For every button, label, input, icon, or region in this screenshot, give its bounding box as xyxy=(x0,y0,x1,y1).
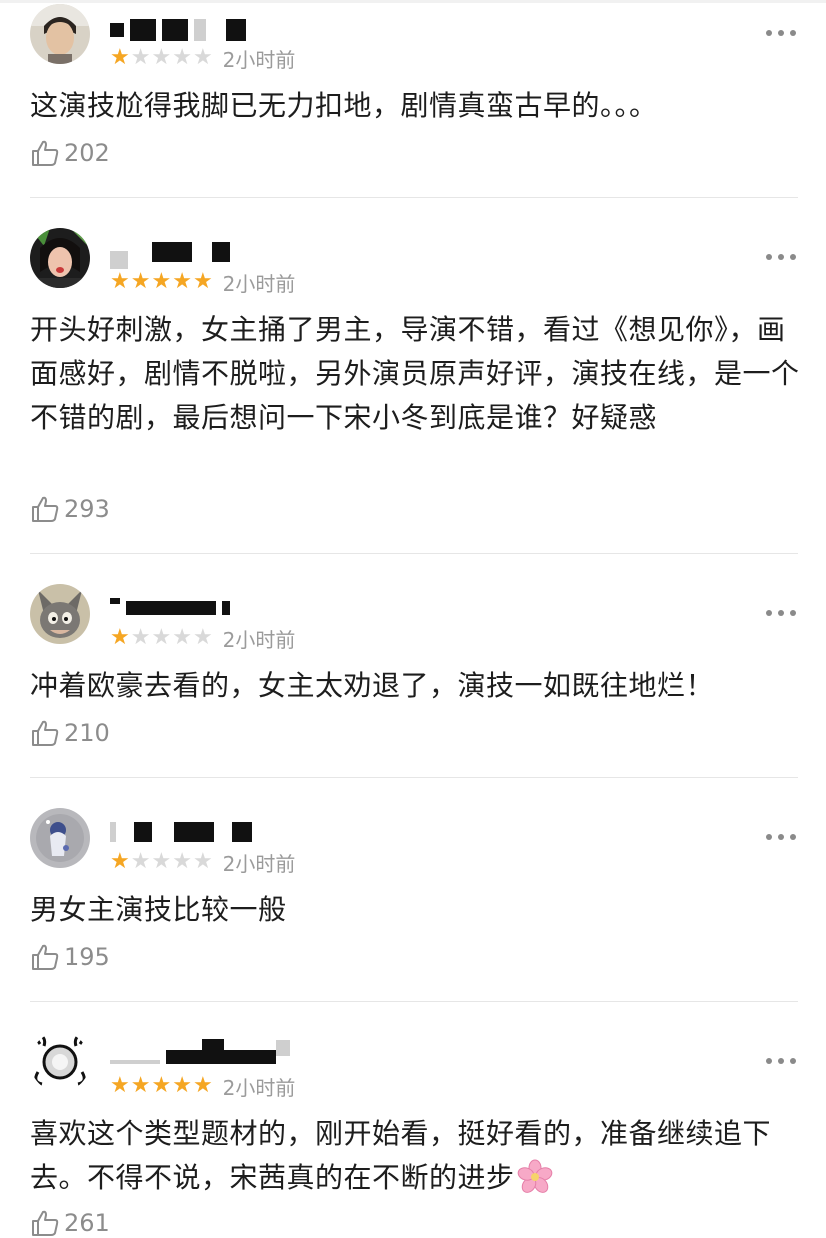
user-avatar[interactable] xyxy=(30,1032,90,1092)
star-icon: ★ xyxy=(172,849,192,874)
rating-row: ★ ★ ★ ★ ★ 2小时前 xyxy=(110,270,296,296)
thumbs-up-icon xyxy=(32,140,59,166)
like-count: 195 xyxy=(64,943,110,971)
like-button[interactable]: 210 xyxy=(30,718,110,748)
review-text: 喜欢这个类型题材的，刚开始看，挺好看的，准备继续追下去。不得不说，宋茜真的在不断… xyxy=(30,1112,802,1200)
review-text: 开头好刺激，女主捅了男主，导演不错，看过《想见你》，画面感好，剧情不脱啦，另外演… xyxy=(30,313,800,434)
top-edge xyxy=(0,0,826,3)
star-icon: ★ xyxy=(172,1073,192,1098)
thumbs-up-icon xyxy=(32,1210,59,1236)
review-text: 这演技尬得我脚已无力扣地，剧情真蛮古早的。。。 xyxy=(30,89,658,122)
user-avatar[interactable] xyxy=(30,584,90,644)
like-count: 202 xyxy=(64,139,110,167)
star-icon: ★ xyxy=(110,625,130,650)
post-time: 2小时前 xyxy=(222,1075,296,1100)
thumbs-up-icon xyxy=(32,944,59,970)
star-icon: ★ xyxy=(110,1073,130,1098)
username-masked[interactable] xyxy=(110,818,252,846)
like-button[interactable]: 293 xyxy=(30,494,110,524)
rating-row: ★ ★ ★ ★ ★ 2小时前 xyxy=(110,626,296,652)
username-masked[interactable] xyxy=(110,238,230,269)
star-icon: ★ xyxy=(130,625,151,650)
more-dots-icon[interactable] xyxy=(766,1056,796,1066)
like-button[interactable]: 261 xyxy=(30,1208,110,1238)
star-icon: ★ xyxy=(192,1073,213,1098)
rating-row: ★ ★ ★ ★ ★ 2小时前 xyxy=(110,1074,296,1100)
star-icon: ★ xyxy=(151,269,172,294)
post-time: 2小时前 xyxy=(222,627,296,652)
more-dots-icon[interactable] xyxy=(766,28,796,38)
star-icon: ★ xyxy=(130,1073,151,1098)
divider xyxy=(30,777,798,778)
post-time: 2小时前 xyxy=(222,271,296,296)
star-rating: ★ ★ ★ ★ ★ xyxy=(110,271,213,293)
username-masked[interactable] xyxy=(110,594,230,622)
star-icon: ★ xyxy=(110,849,130,874)
star-rating: ★ ★ ★ ★ ★ xyxy=(110,627,213,649)
rating-row: ★ ★ ★ ★ ★ 2小时前 xyxy=(110,850,296,876)
star-icon: ★ xyxy=(192,269,213,294)
review-text-body: 喜欢这个类型题材的，刚开始看，挺好看的，准备继续追下去。不得不说，宋茜真的在不断… xyxy=(30,1117,772,1194)
star-rating: ★ ★ ★ ★ ★ xyxy=(110,1075,213,1097)
star-rating: ★ ★ ★ ★ ★ xyxy=(110,47,213,69)
star-icon: ★ xyxy=(151,625,172,650)
star-icon: ★ xyxy=(192,849,213,874)
user-avatar[interactable] xyxy=(30,228,90,288)
like-count: 293 xyxy=(64,495,110,523)
review-text: 男女主演技比较一般 xyxy=(30,893,287,926)
star-icon: ★ xyxy=(130,45,151,70)
like-count: 261 xyxy=(64,1209,110,1237)
like-button[interactable]: 202 xyxy=(30,138,110,168)
username-masked[interactable] xyxy=(110,16,246,44)
star-icon: ★ xyxy=(151,1073,172,1098)
divider xyxy=(30,197,798,198)
thumbs-up-icon xyxy=(32,496,59,522)
star-icon: ★ xyxy=(130,849,151,874)
star-icon: ★ xyxy=(151,849,172,874)
star-icon: ★ xyxy=(192,45,213,70)
star-icon: ★ xyxy=(130,269,151,294)
star-icon: ★ xyxy=(110,45,130,70)
username-masked[interactable] xyxy=(110,1038,290,1066)
user-avatar[interactable] xyxy=(30,808,90,868)
star-icon: ★ xyxy=(192,625,213,650)
more-dots-icon[interactable] xyxy=(766,608,796,618)
star-icon: ★ xyxy=(172,269,192,294)
like-button[interactable]: 195 xyxy=(30,942,110,972)
star-icon: ★ xyxy=(172,625,192,650)
divider xyxy=(30,553,798,554)
star-rating: ★ ★ ★ ★ ★ xyxy=(110,851,213,873)
user-avatar[interactable] xyxy=(30,4,90,64)
thumbs-up-icon xyxy=(32,720,59,746)
post-time: 2小时前 xyxy=(222,47,296,72)
more-dots-icon[interactable] xyxy=(766,832,796,842)
review-text: 冲着欧豪去看的，女主太劝退了，演技一如既往地烂！ xyxy=(30,669,715,702)
divider xyxy=(30,1001,798,1002)
cherry-blossom-icon xyxy=(517,1159,552,1193)
star-icon: ★ xyxy=(110,269,130,294)
more-dots-icon[interactable] xyxy=(766,252,796,262)
rating-row: ★ ★ ★ ★ ★ 2小时前 xyxy=(110,46,296,72)
post-time: 2小时前 xyxy=(222,851,296,876)
star-icon: ★ xyxy=(172,45,192,70)
star-icon: ★ xyxy=(151,45,172,70)
like-count: 210 xyxy=(64,719,110,747)
